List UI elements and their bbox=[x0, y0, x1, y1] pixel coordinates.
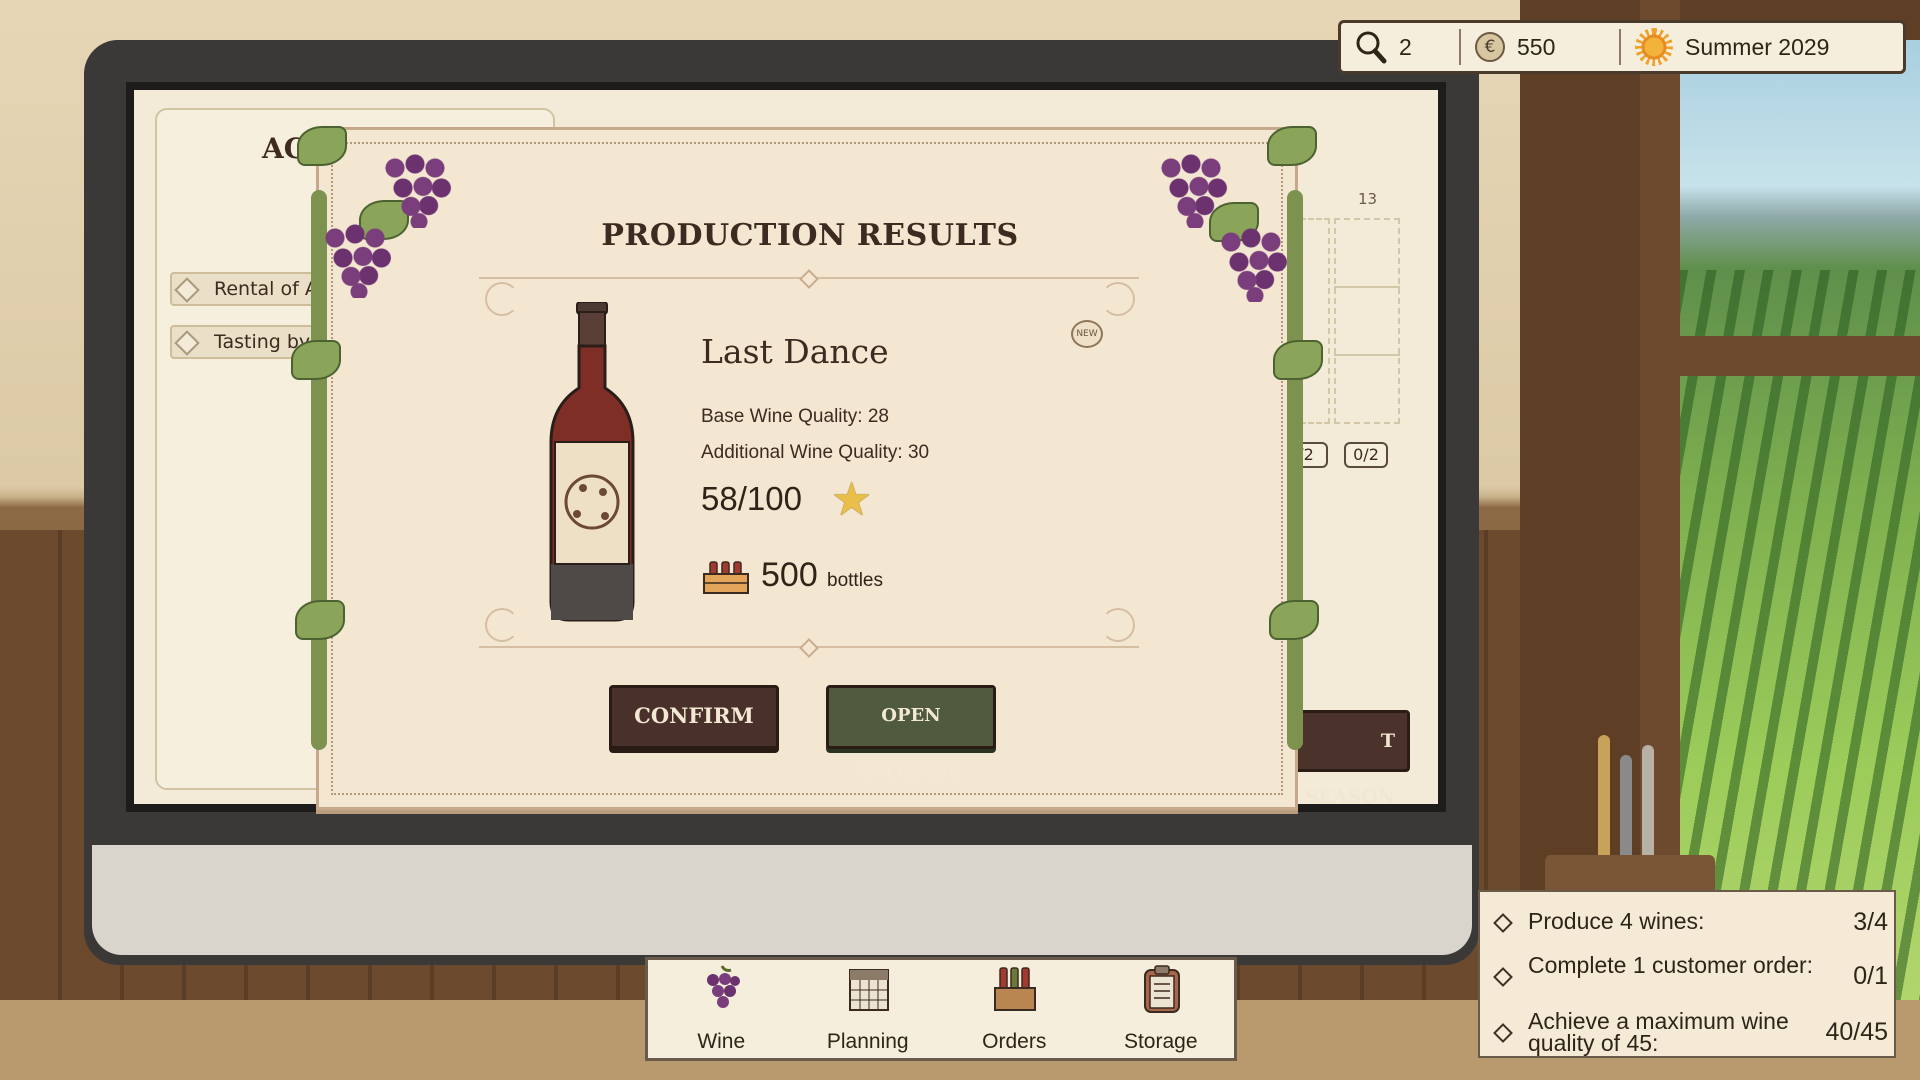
top-divider bbox=[479, 277, 1139, 279]
planning-grid-column bbox=[1334, 218, 1400, 424]
wine-bottle-icon bbox=[549, 302, 635, 622]
grape-leaf-decoration bbox=[1267, 126, 1317, 166]
toolbar-wine-label: Wine bbox=[697, 1030, 746, 1053]
objective-progress: 40/45 bbox=[1825, 1018, 1888, 1046]
pencil-decoration bbox=[1598, 735, 1610, 855]
production-results-dialog: PRODUCTION RESULTS Last Dance NEW Base W… bbox=[291, 126, 1323, 810]
clipboard-icon bbox=[1143, 965, 1180, 1013]
season-label: Summer 2029 bbox=[1685, 33, 1830, 60]
magnifier-icon bbox=[1356, 31, 1387, 64]
resource-hud: 2 € 550 Summer 2029 bbox=[1338, 20, 1906, 74]
grape-leaf-decoration bbox=[291, 340, 341, 380]
bottom-toolbar: Wine Planning Orders Storage bbox=[645, 957, 1237, 1061]
objective-text: Achieve a maximum wine quality of 45: bbox=[1528, 1008, 1789, 1056]
toolbar-planning-label: Planning bbox=[826, 1030, 909, 1053]
grapes-icon bbox=[707, 965, 741, 1008]
bottles-unit: bottles bbox=[827, 570, 883, 591]
objective-item: Complete 1 customer order: 0/1 bbox=[1492, 952, 1888, 1000]
euro-coin-icon: € bbox=[1475, 32, 1505, 62]
grapes-decoration bbox=[379, 148, 459, 228]
bottom-divider bbox=[479, 646, 1139, 648]
sun-icon bbox=[1635, 28, 1673, 66]
toolbar-wine-button[interactable]: Wine bbox=[656, 958, 786, 1054]
planning-grid-column bbox=[1300, 218, 1330, 424]
open-storage-button[interactable]: OPEN STORAGE bbox=[826, 685, 996, 782]
objectives-panel: Produce 4 wines: 3/4 Complete 1 customer… bbox=[1478, 890, 1896, 1058]
toolbar-orders-button[interactable]: Orders bbox=[949, 958, 1079, 1054]
bottle-crate-icon bbox=[994, 967, 1037, 1011]
money-counter: € 550 bbox=[1461, 23, 1619, 71]
pencil-decoration bbox=[1642, 745, 1654, 855]
next-season-button[interactable]: T SEASON bbox=[1288, 710, 1410, 808]
grape-leaf-decoration bbox=[1269, 600, 1319, 640]
grape-leaf-decoration bbox=[295, 600, 345, 640]
objective-item: Achieve a maximum wine quality of 45: 40… bbox=[1492, 1008, 1888, 1056]
new-badge: NEW bbox=[1071, 320, 1103, 348]
objective-diamond-icon bbox=[1493, 913, 1513, 933]
toolbar-storage-button[interactable]: Storage bbox=[1096, 958, 1226, 1054]
objective-text: Produce 4 wines: bbox=[1528, 908, 1705, 934]
calendar-icon bbox=[848, 969, 889, 1011]
toolbar-orders-label: Orders bbox=[982, 1030, 1047, 1053]
grapes-decoration bbox=[1155, 148, 1235, 228]
objective-text: Complete 1 customer order: bbox=[1528, 952, 1814, 978]
window-transom bbox=[1640, 336, 1920, 376]
objective-item: Produce 4 wines: 3/4 bbox=[1492, 902, 1888, 942]
dialog-title: PRODUCTION RESULTS bbox=[601, 218, 1019, 253]
season-display: Summer 2029 bbox=[1621, 23, 1843, 71]
swirl-ornament bbox=[485, 282, 519, 316]
slot-count: 0/2 bbox=[1344, 442, 1388, 468]
hints-count: 2 bbox=[1399, 33, 1412, 60]
base-quality: Base Wine Quality: 28 bbox=[701, 406, 889, 427]
money-amount: 550 bbox=[1517, 33, 1556, 60]
hints-counter: 2 bbox=[1341, 23, 1459, 71]
grape-leaf-decoration bbox=[1273, 340, 1323, 380]
star-icon: ★ bbox=[831, 472, 873, 526]
objective-progress: 3/4 bbox=[1853, 908, 1888, 936]
swirl-ornament bbox=[485, 608, 519, 642]
quality-score: 58/100 bbox=[701, 480, 802, 517]
additional-quality: Additional Wine Quality: 30 bbox=[701, 442, 930, 463]
objective-diamond-icon bbox=[1493, 1023, 1513, 1043]
wine-name: Last Dance bbox=[701, 332, 889, 371]
swirl-ornament bbox=[1101, 608, 1135, 642]
planning-grid-header: 13 bbox=[1358, 190, 1378, 208]
bottles-count: 500 bbox=[761, 556, 818, 594]
monitor-chin bbox=[92, 845, 1472, 955]
objective-diamond-icon bbox=[1493, 967, 1513, 987]
confirm-button[interactable]: CONFIRM bbox=[609, 685, 779, 749]
grape-leaf-decoration bbox=[297, 126, 347, 166]
toolbar-planning-button[interactable]: Planning bbox=[803, 958, 933, 1054]
toolbar-storage-label: Storage bbox=[1123, 1030, 1198, 1053]
objective-progress: 0/1 bbox=[1853, 962, 1888, 990]
swirl-ornament bbox=[1101, 282, 1135, 316]
pencil-decoration bbox=[1620, 755, 1632, 855]
bottle-crate-icon bbox=[703, 561, 749, 594]
